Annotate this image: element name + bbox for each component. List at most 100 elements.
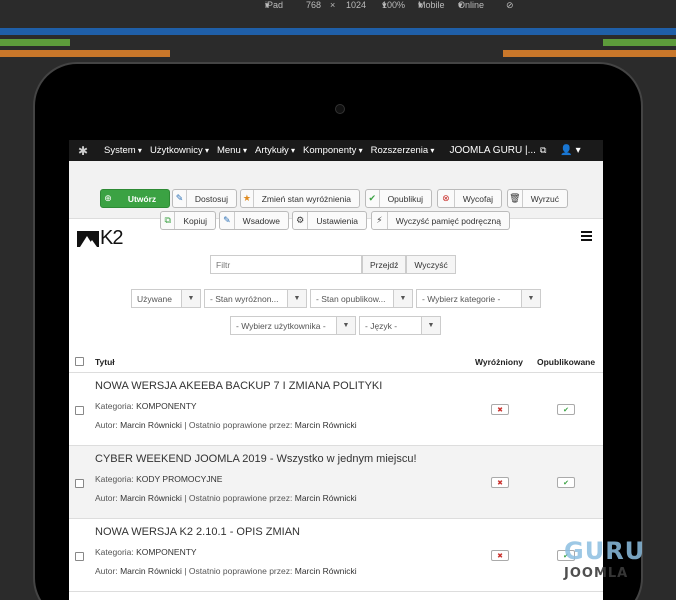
category-label: Kategoria: — [95, 401, 134, 411]
category-value[interactable]: KODY PROMOCYJNE — [136, 474, 222, 484]
nav-components[interactable]: Komponenty — [303, 145, 363, 156]
toolbar: ⊕ Utwórz ✎ Dostosuj ★ Zmień stan wyróżnieni… — [69, 161, 603, 230]
category-filter-select[interactable]: - Wybierz kategorie - ▼ — [416, 289, 541, 308]
modified-label: | Ostatnio poprawione przez: — [184, 566, 293, 576]
plus-circle-icon: ⊕ — [104, 193, 112, 203]
table-row: NOWA WERSJA AKEEBA BACKUP 7 I ZMIANA POL… — [69, 373, 603, 446]
chevron-down-icon: ▼ — [181, 290, 200, 307]
category-value[interactable]: KOMPONENTY — [136, 547, 196, 557]
devtools-bar: iPad ▾ 768 × 1024 100% ▾ Mobile ▾ Online… — [0, 0, 676, 10]
chevron-down-icon: ▼ — [393, 290, 412, 307]
category-label: Kategoria: — [95, 547, 134, 557]
row-checkbox[interactable] — [75, 479, 84, 488]
site-link[interactable]: JOOMLA GURU |... — [449, 145, 536, 156]
published-toggle-check-icon[interactable]: ✔ — [557, 477, 575, 488]
featured-filter-select[interactable]: - Stan wyróżnon... ▼ — [204, 289, 307, 308]
modified-by-value[interactable]: Marcin Równicki — [295, 566, 357, 576]
modified-by-value[interactable]: Marcin Równicki — [295, 493, 357, 503]
dimension-separator: × — [330, 0, 336, 10]
viewport-width[interactable]: 768 — [306, 0, 321, 10]
search-reset-button[interactable]: Wyczyść — [406, 255, 456, 274]
item-title-link[interactable]: NOWA WERSJA K2 2.10.1 - OPIS ZMIAN — [95, 526, 300, 538]
hamburger-menu-icon[interactable] — [581, 231, 592, 243]
featured-toggle-cross-icon[interactable]: ✖ — [491, 404, 509, 415]
edit-icon: ✎ — [173, 190, 187, 207]
edit-button[interactable]: ✎ Dostosuj — [172, 189, 237, 208]
item-author: Autor: Marcin Równicki | Ostatnio popraw… — [95, 493, 357, 503]
author-value[interactable]: Marcin Równicki — [120, 420, 182, 430]
media-bar-blue[interactable] — [0, 28, 676, 35]
item-title-link[interactable]: NOWA WERSJA AKEEBA BACKUP 7 I ZMIANA POL… — [95, 380, 382, 392]
media-bar-green-right[interactable] — [603, 39, 676, 46]
modified-label: | Ostatnio poprawione przez: — [184, 420, 293, 430]
category-value[interactable]: KOMPONENTY — [136, 401, 196, 411]
col-featured[interactable]: Wyróżniony — [475, 357, 523, 367]
table-header: Tytuł Wyróżniony Opublikowane — [69, 350, 603, 373]
published-toggle-check-icon[interactable]: ✔ — [557, 404, 575, 415]
author-label: Autor: — [95, 566, 118, 576]
k2-header: K2 — [69, 219, 603, 251]
author-label: Autor: — [95, 493, 118, 503]
author-value[interactable]: Marcin Równicki — [120, 493, 182, 503]
viewport-height[interactable]: 1024 — [346, 0, 366, 10]
online-select[interactable]: Online ▾ — [458, 0, 484, 10]
user-filter-value: - Wybierz użytkownika - — [236, 320, 326, 331]
table-row: NOWA WERSJA K2 2.10.1 - OPIS ZMIAN Kateg… — [69, 519, 603, 592]
admin-navbar: ✱ System Użytkownicy Menu Artykuły Kompo… — [69, 140, 603, 161]
language-filter-value: - Język - — [365, 320, 398, 331]
item-title-link[interactable]: CYBER WEEKEND JOOMLA 2019 - Wszystko w j… — [95, 453, 417, 465]
item-author: Autor: Marcin Równicki | Ostatnio popraw… — [95, 566, 357, 576]
nav-menu[interactable]: Menu — [217, 145, 247, 156]
media-bar-green-left[interactable] — [0, 39, 70, 46]
joomla-logo-icon[interactable]: ✱ — [76, 144, 90, 158]
k2-mountain-icon — [77, 230, 99, 247]
user-filter-select[interactable]: - Wybierz użytkownika - ▼ — [230, 316, 356, 335]
watermark-joomla: JOOMLA — [564, 566, 629, 581]
chevron-down-icon: ▼ — [421, 317, 440, 334]
row-checkbox[interactable] — [75, 552, 84, 561]
nav-system[interactable]: System — [104, 145, 142, 156]
unpublish-button[interactable]: ⊗ Wycofaj — [437, 189, 502, 208]
nav-articles[interactable]: Artykuły — [255, 145, 295, 156]
camera-icon — [335, 104, 345, 114]
rotate-icon[interactable]: ⊘ — [506, 0, 514, 10]
select-all-checkbox[interactable] — [75, 357, 84, 366]
k2-logo[interactable]: K2 — [77, 227, 123, 250]
col-title[interactable]: Tytuł — [95, 357, 115, 367]
chevron-down-icon: ▼ — [287, 290, 306, 307]
joomla-guru-watermark: GURU JOOMLA — [560, 537, 660, 587]
publish-button[interactable]: ✔ Opublikuj — [365, 189, 432, 208]
nav-users[interactable]: Użytkownicy — [150, 145, 209, 156]
col-published[interactable]: Opublikowane — [537, 357, 595, 367]
media-bar-orange-right[interactable] — [503, 50, 676, 57]
feature-button[interactable]: ★ Zmień stan wyróżnienia — [240, 189, 360, 208]
modified-by-value[interactable]: Marcin Równicki — [295, 420, 357, 430]
author-value[interactable]: Marcin Równicki — [120, 566, 182, 576]
zoom-select[interactable]: 100% ▾ — [382, 0, 405, 10]
watermark-guru: GURU — [564, 537, 646, 565]
trash-button[interactable]: 🗑 Wyrzuć — [507, 189, 568, 208]
row-checkbox[interactable] — [75, 406, 84, 415]
k2-logo-text: K2 — [100, 227, 123, 249]
trash-filter-select[interactable]: Używane ▼ — [131, 289, 201, 308]
user-menu-icon[interactable]: 👤 ▾ — [560, 145, 580, 156]
device-screen: ✱ System Użytkownicy Menu Artykuły Kompo… — [69, 140, 603, 600]
network-throttle-select[interactable]: Mobile ▾ — [418, 0, 445, 10]
cross-icon: ⊗ — [438, 190, 455, 207]
published-filter-value: - Stan opublikow... — [316, 293, 386, 304]
nav-extensions[interactable]: Rozszerzenia — [371, 145, 435, 156]
search-go-button[interactable]: Przejdź — [362, 255, 407, 274]
check-icon: ✔ — [366, 190, 380, 207]
language-filter-select[interactable]: - Język - ▼ — [359, 316, 441, 335]
search-bar: Przejdź Wyczyść — [210, 255, 456, 274]
device-select[interactable]: iPad ▾ — [265, 0, 283, 10]
featured-toggle-cross-icon[interactable]: ✖ — [491, 477, 509, 488]
featured-toggle-cross-icon[interactable]: ✖ — [491, 550, 509, 561]
item-author: Autor: Marcin Równicki | Ostatnio popraw… — [95, 420, 357, 430]
search-input[interactable] — [210, 255, 362, 274]
published-filter-select[interactable]: - Stan opublikow... ▼ — [310, 289, 413, 308]
media-bar-orange-left[interactable] — [0, 50, 170, 57]
external-link-icon[interactable]: ⧉ — [540, 145, 546, 156]
item-category: Kategoria: KOMPONENTY — [95, 401, 197, 411]
new-button[interactable]: ⊕ Utwórz — [100, 189, 170, 208]
